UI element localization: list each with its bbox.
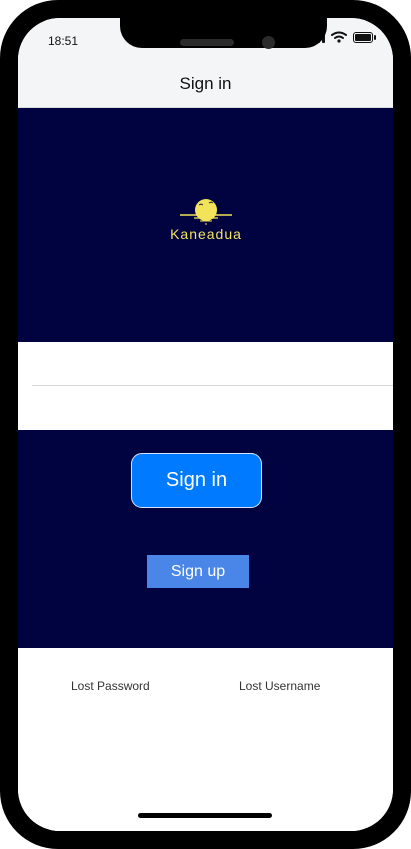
- password-input[interactable]: [32, 388, 393, 428]
- lost-username-link[interactable]: Lost Username: [239, 679, 320, 693]
- username-input[interactable]: [32, 344, 393, 384]
- wifi-icon: [331, 31, 347, 43]
- login-form: [18, 342, 393, 430]
- battery-icon: [353, 31, 376, 43]
- page-title: Sign in: [179, 74, 232, 93]
- field-divider: [32, 385, 393, 386]
- actions-panel: Sign in Sign up: [18, 430, 393, 648]
- kaneadua-logo: Kaneadua: [154, 199, 258, 252]
- sign-up-button[interactable]: Sign up: [147, 555, 249, 588]
- nav-header: Sign in: [18, 62, 393, 108]
- sign-in-button[interactable]: Sign in: [131, 453, 262, 508]
- status-time: 18:51: [48, 34, 79, 48]
- speaker: [180, 39, 234, 46]
- phone-frame: 18:51 Sign in Kaneadua Sign in Sign up L…: [0, 0, 411, 849]
- home-indicator[interactable]: [138, 813, 272, 818]
- hero-banner: Kaneadua: [18, 108, 393, 342]
- recovery-links: Lost Password Lost Username: [18, 648, 393, 831]
- app-screen: 18:51 Sign in Kaneadua Sign in Sign up L…: [18, 18, 393, 831]
- sunset-icon: [180, 199, 232, 225]
- lost-password-link[interactable]: Lost Password: [71, 679, 150, 693]
- camera: [262, 36, 275, 49]
- logo-text: Kaneadua: [170, 226, 242, 242]
